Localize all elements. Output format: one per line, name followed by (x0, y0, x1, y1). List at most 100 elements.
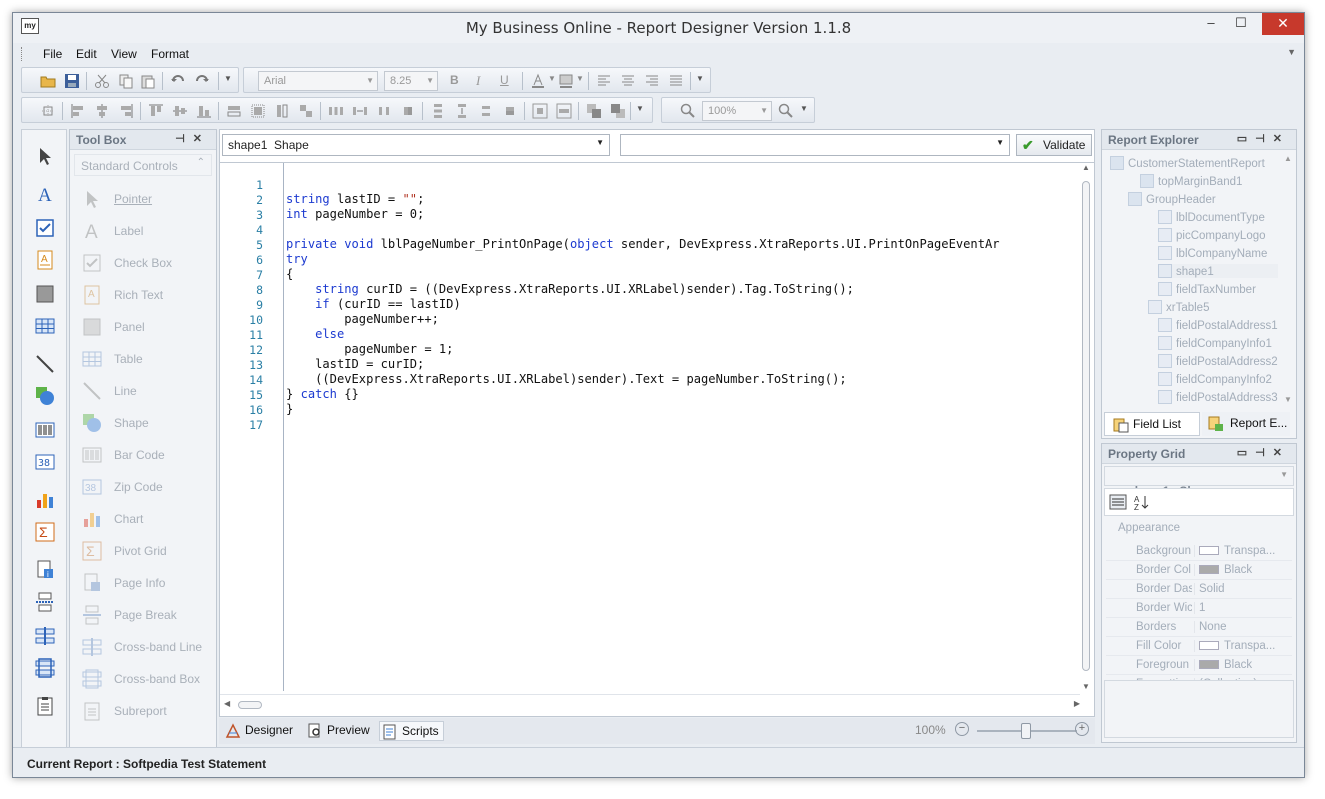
align-rights-icon[interactable] (118, 103, 134, 119)
panel-window-icons[interactable]: ▭⊣✕ (1237, 132, 1290, 145)
tree-item[interactable]: fieldCompanyInfo2 (1158, 372, 1272, 386)
barcode-icon[interactable] (35, 420, 55, 440)
vertical-scrollbar[interactable]: ▲ ▼ (1080, 163, 1092, 691)
tool-page-break[interactable]: Page Break (78, 604, 218, 626)
align-centers-icon[interactable] (94, 103, 110, 119)
shape-icon[interactable] (35, 386, 55, 406)
underline-button[interactable]: U (500, 73, 509, 87)
cross-band-box-icon[interactable] (35, 658, 55, 678)
tree-item[interactable]: lblCompanyName (1158, 246, 1267, 260)
tab-field-list[interactable]: Field List (1104, 412, 1200, 436)
tree-item[interactable]: xrTable5 (1148, 300, 1209, 314)
toolbox-pin-close-icons[interactable]: ⊣✕ (175, 132, 210, 145)
line-icon[interactable] (35, 354, 55, 374)
vertical-spacing-equal-icon[interactable] (430, 103, 446, 119)
open-folder-icon[interactable] (40, 73, 56, 89)
menu-file[interactable]: File (43, 47, 62, 61)
toolbar-overflow-icon[interactable]: ▼ (636, 104, 644, 113)
scrollbar-thumb[interactable] (238, 701, 262, 709)
property-value[interactable]: Solid (1194, 583, 1225, 595)
vertical-spacing-remove-icon[interactable] (502, 103, 518, 119)
tool-panel[interactable]: Panel (78, 316, 218, 338)
tool-line[interactable]: Line (78, 380, 218, 402)
dropdown-icon[interactable]: ▼ (1280, 470, 1288, 479)
property-object-selector[interactable]: shape1 Shape ▼ (1104, 466, 1294, 498)
center-horizontally-icon[interactable] (532, 103, 548, 119)
save-icon[interactable] (64, 73, 80, 89)
font-color-icon[interactable] (530, 73, 546, 89)
align-bottoms-icon[interactable] (196, 103, 212, 119)
zoom-slider-knob[interactable] (1021, 723, 1031, 739)
menu-view[interactable]: View (111, 47, 137, 61)
same-size-icon[interactable] (298, 103, 314, 119)
tree-item[interactable]: GroupHeader (1128, 192, 1216, 206)
tab-designer[interactable]: Designer (223, 721, 293, 741)
property-row[interactable]: Border Wic 1 (1106, 599, 1292, 618)
horizontal-spacing-remove-icon[interactable] (400, 103, 416, 119)
same-width-icon[interactable] (226, 103, 242, 119)
toolbar-overflow-icon[interactable]: ▼ (224, 74, 232, 83)
zoom-in-button[interactable]: + (1075, 722, 1089, 736)
tab-report-explorer[interactable]: Report E... (1202, 412, 1290, 436)
panel-icon[interactable] (35, 284, 55, 304)
zoom-in-icon[interactable] (778, 103, 794, 119)
property-value[interactable]: Black (1194, 564, 1252, 576)
rich-text-icon[interactable]: A (35, 250, 55, 270)
back-color-icon[interactable] (558, 73, 574, 89)
tree-item[interactable]: shape1 (1158, 264, 1278, 278)
minimize-button[interactable]: – (1196, 13, 1226, 35)
scroll-left-icon[interactable]: ◀ (224, 699, 230, 708)
close-button[interactable]: ✕ (1262, 13, 1304, 35)
cross-band-line-icon[interactable] (35, 626, 55, 646)
chart-icon[interactable] (35, 490, 55, 510)
align-to-grid-icon[interactable] (40, 103, 56, 119)
bold-button[interactable]: B (450, 73, 459, 87)
vertical-spacing-decrease-icon[interactable] (478, 103, 494, 119)
maximize-button[interactable]: ☐ (1226, 13, 1256, 35)
center-vertically-icon[interactable] (556, 103, 572, 119)
tool-bar-code[interactable]: Bar Code (78, 444, 218, 466)
property-value[interactable]: None (1194, 621, 1227, 633)
horizontal-spacing-decrease-icon[interactable] (376, 103, 392, 119)
undo-icon[interactable] (170, 73, 186, 89)
property-row[interactable]: Backgroun Transpa... (1106, 542, 1292, 561)
tool-subreport[interactable]: Subreport (78, 700, 218, 722)
horizontal-scrollbar[interactable]: ◀ ▶ (220, 694, 1080, 716)
tool-zip-code[interactable]: 38 Zip Code (78, 476, 218, 498)
align-left-icon[interactable] (596, 73, 612, 89)
tree-item[interactable]: picCompanyLogo (1158, 228, 1266, 242)
justify-icon[interactable] (668, 73, 684, 89)
tree-scrollbar[interactable]: ▲ ▼ (1284, 154, 1292, 404)
tab-preview[interactable]: Preview (305, 721, 370, 741)
validate-button[interactable]: ✔ Validate (1016, 134, 1092, 156)
align-right-icon[interactable] (644, 73, 660, 89)
zoom-slider[interactable] (977, 723, 1077, 739)
toolbar-overflow-icon[interactable]: ▼ (696, 74, 704, 83)
property-row[interactable]: Border Das Solid (1106, 580, 1292, 599)
align-lefts-icon[interactable] (70, 103, 86, 119)
zoom-combo[interactable]: 100% ▼ (702, 101, 772, 121)
property-value[interactable]: Transpa... (1194, 545, 1275, 557)
tool-chart[interactable]: Chart (78, 508, 218, 530)
tool-shape[interactable]: Shape (78, 412, 218, 434)
object-selector[interactable]: shape1 Shape ▼ (222, 134, 610, 156)
align-center-icon[interactable] (620, 73, 636, 89)
property-value[interactable]: Black (1194, 659, 1252, 671)
align-middles-icon[interactable] (172, 103, 188, 119)
pointer-icon[interactable] (35, 146, 55, 166)
tree-item[interactable]: fieldCompanyInfo1 (1158, 336, 1272, 350)
tree-item[interactable]: topMarginBand1 (1140, 174, 1242, 188)
back-color-dropdown-icon[interactable]: ▼ (576, 74, 584, 83)
tool-label[interactable]: A Label (78, 220, 218, 242)
pivot-grid-icon[interactable]: Σ (35, 522, 55, 542)
tool-table[interactable]: Table (78, 348, 218, 370)
menu-format[interactable]: Format (151, 47, 189, 61)
tree-item[interactable]: fieldPostalAddress2 (1158, 354, 1278, 368)
tool-page-info[interactable]: Page Info (78, 572, 218, 594)
page-info-icon[interactable]: i (35, 560, 55, 580)
toolbox-category[interactable]: Standard Controls ⌃ (74, 154, 212, 176)
font-family-combo[interactable]: Arial ▼ (258, 71, 378, 91)
property-row[interactable]: Border Col Black (1106, 561, 1292, 580)
tree-item[interactable]: CustomerStatementReport (1110, 156, 1265, 170)
tool-pointer[interactable]: Pointer (78, 188, 218, 210)
